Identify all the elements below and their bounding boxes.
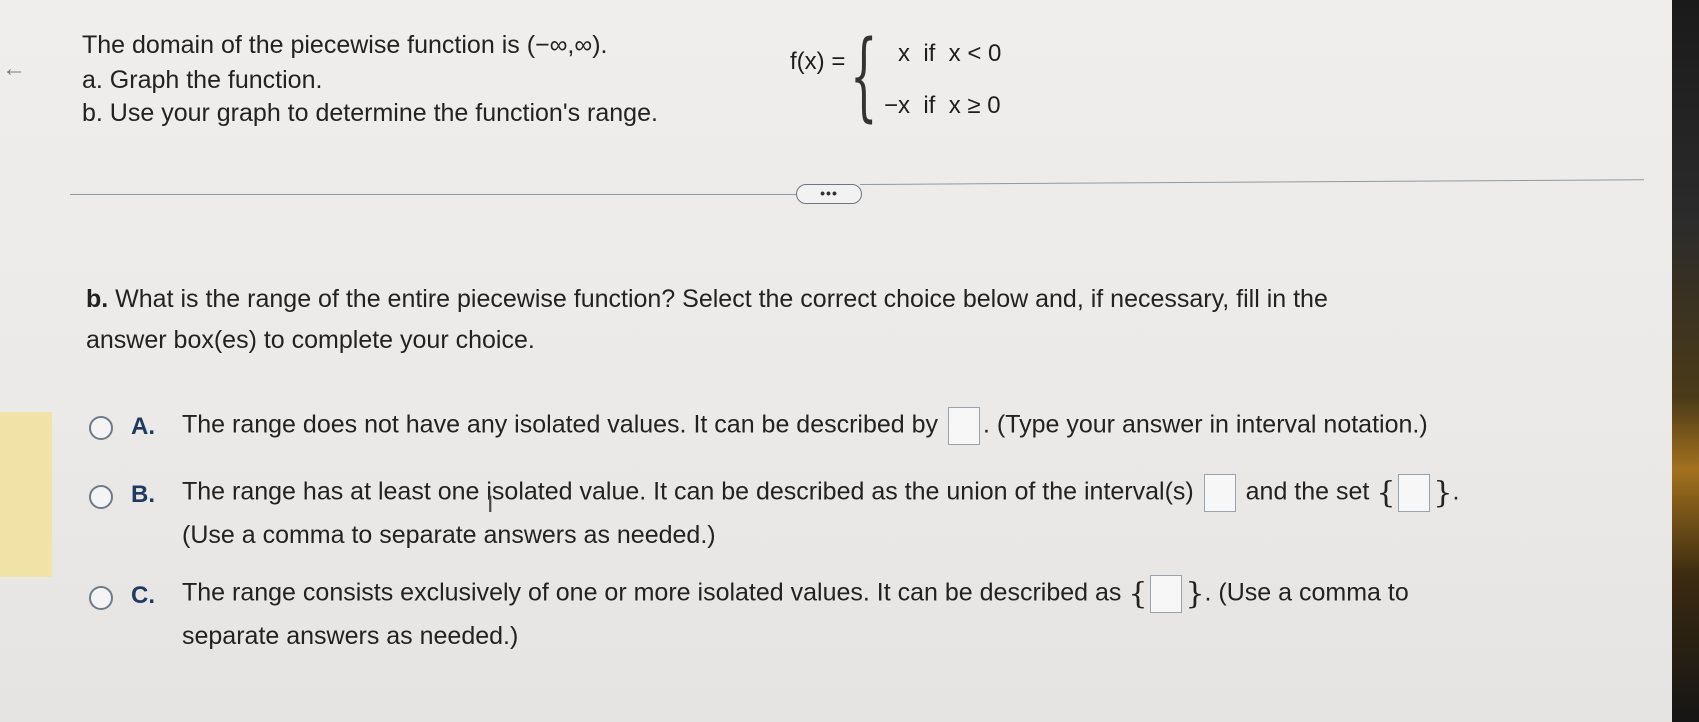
option-c-letter: C. [131, 582, 155, 609]
option-a-radio[interactable] [89, 416, 113, 440]
function-case-2: −x if x ≥ 0 [884, 92, 1001, 119]
option-c-set-close: } [1185, 576, 1205, 612]
question-line-domain: The domain of the piecewise function is … [82, 31, 608, 59]
option-b-text-before: The range has at least one isolated valu… [182, 477, 1194, 506]
part-b-prompt-line1: b. What is the range of the entire piece… [86, 285, 1328, 314]
option-b-text-mid: and the set [1245, 477, 1370, 506]
option-b-line2: (Use a comma to separate answers as need… [182, 521, 716, 549]
option-a-text: The range does not have any isolated val… [182, 407, 1428, 445]
option-b-text-after: . [1452, 477, 1460, 506]
option-b-text: The range has at least one isolated valu… [182, 474, 1459, 512]
option-b-letter: B. [131, 481, 155, 508]
option-c-radio[interactable] [89, 586, 113, 610]
question-page: ← The domain of the piecewise function i… [0, 0, 1672, 722]
question-line-graph: a. Graph the function. [82, 66, 323, 94]
side-tab [0, 412, 52, 577]
arrow-left-icon[interactable]: ← [2, 57, 28, 81]
divider-left [70, 194, 798, 195]
option-a-letter: A. [131, 413, 155, 440]
part-b-prompt-text: What is the range of the entire piecewis… [108, 285, 1328, 313]
piecewise-brace: { [850, 20, 878, 132]
option-c-text: The range consists exclusively of one or… [182, 575, 1409, 613]
option-b-radio[interactable] [89, 485, 113, 509]
option-c-text-after: . (Use a comma to [1204, 578, 1409, 607]
question-line-range: b. Use your graph to determine the funct… [82, 99, 658, 127]
option-a-text-after: . (Type your answer in interval notation… [983, 410, 1428, 439]
option-b-set-input[interactable] [1398, 474, 1431, 512]
function-case-1: x if x < 0 [898, 40, 1002, 67]
option-c-text-before: The range consists exclusively of one or… [182, 578, 1122, 607]
divider-right [859, 179, 1644, 185]
option-a-text-before: The range does not have any isolated val… [182, 410, 939, 439]
option-c-set-input[interactable] [1150, 575, 1183, 613]
background-edge [1672, 0, 1699, 722]
more-button[interactable]: ••• [796, 184, 862, 204]
option-b-set-open: { [1376, 475, 1396, 511]
option-c-line2: separate answers as needed.) [182, 622, 519, 650]
option-b-set-close: } [1433, 475, 1453, 511]
function-lhs: f(x) = [790, 48, 846, 75]
option-a-interval-input[interactable] [948, 407, 980, 445]
part-b-prompt-line2: answer box(es) to complete your choice. [86, 326, 535, 354]
text-cursor-icon: I [487, 493, 494, 518]
option-b-interval-input[interactable] [1203, 474, 1236, 512]
part-b-label: b. [86, 285, 109, 313]
option-c-set-open: { [1128, 576, 1148, 612]
